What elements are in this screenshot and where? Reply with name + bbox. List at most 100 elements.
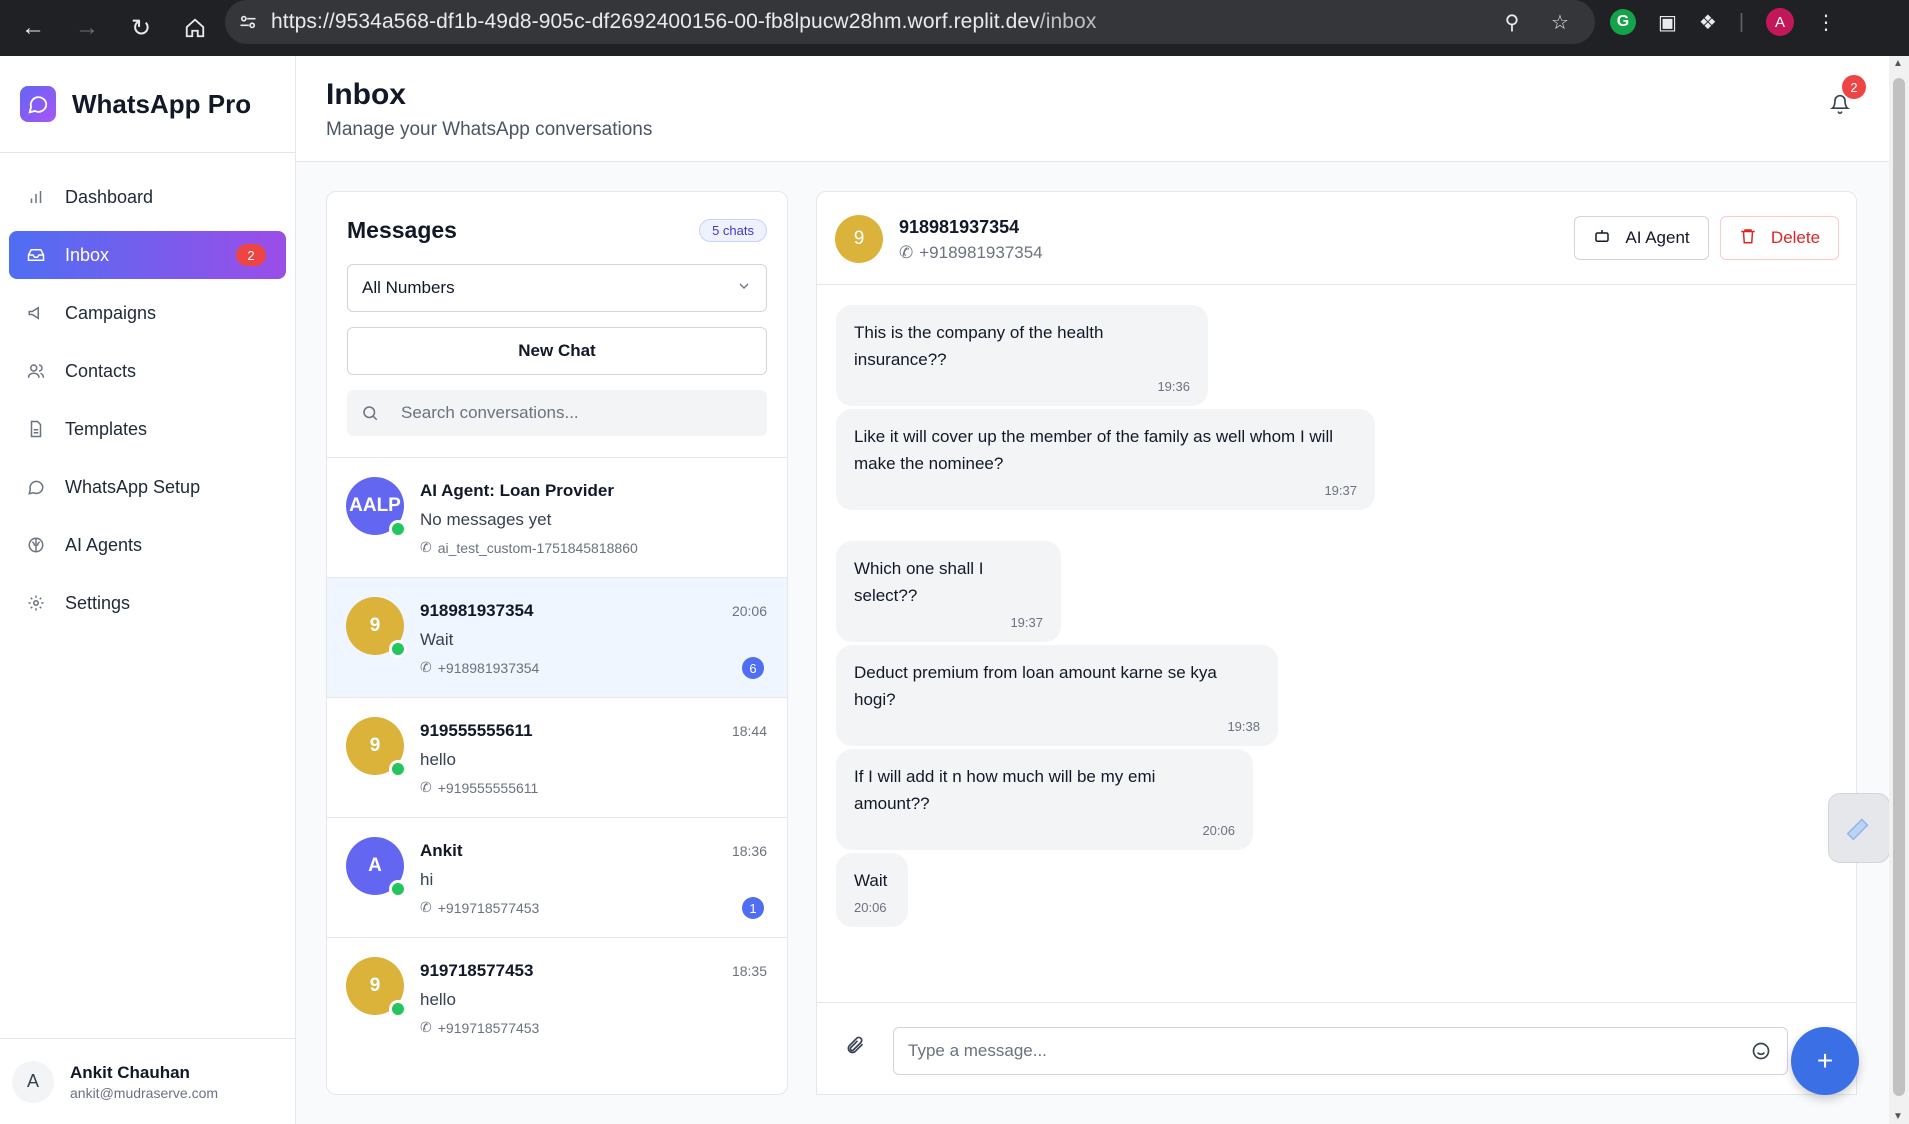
- chat-contact-phone-text: +918981937354: [919, 243, 1043, 262]
- conversation-preview: Wait: [420, 630, 454, 649]
- chat-logo-icon: [20, 86, 56, 122]
- avatar: A: [12, 1060, 54, 1103]
- avatar-initials: 9: [369, 975, 381, 996]
- conversation-item[interactable]: 9 919718577453 18:35 hello ✆ +91971857745…: [327, 938, 787, 1058]
- user-profile[interactable]: A Ankit Chauhan ankit@mudraserve.com: [0, 1038, 295, 1124]
- chrome-menu-icon[interactable]: ⋮: [1816, 10, 1836, 35]
- brand: WhatsApp Pro: [0, 56, 295, 153]
- sidebar-item-ai-agents[interactable]: AI Agents: [9, 521, 286, 569]
- message-input-field[interactable]: [893, 1027, 1788, 1075]
- avatar-initials: A: [368, 855, 382, 876]
- extension-icon[interactable]: ▣: [1658, 10, 1677, 35]
- message-circle-icon: [27, 477, 65, 497]
- chat-panel: 9 918981937354 ✆ +918981937354 AI Agent D…: [816, 191, 1857, 1095]
- sidebar-item-inbox[interactable]: Inbox 2: [9, 231, 286, 279]
- phone-icon: ✆: [420, 899, 432, 915]
- conversation-item[interactable]: A Ankit 18:36 hi ✆ +919718577453 1: [327, 818, 787, 938]
- site-settings-icon[interactable]: [225, 0, 271, 44]
- scroll-down-arrow-icon[interactable]: ▼: [1893, 1111, 1903, 1122]
- new-chat-button[interactable]: New Chat: [347, 327, 767, 375]
- back-icon[interactable]: ←: [6, 8, 60, 48]
- message-text: Like it will cover up the member of the …: [854, 427, 1333, 473]
- conversation-search[interactable]: [347, 390, 767, 436]
- sidebar-item-campaigns[interactable]: Campaigns: [9, 289, 286, 337]
- user-email: ankit@mudraserve.com: [70, 1084, 219, 1101]
- sidebar-item-templates[interactable]: Templates: [9, 405, 286, 453]
- toolbar-divider: |: [1738, 10, 1745, 33]
- messages-title: Messages: [347, 216, 457, 243]
- conversation-name: AI Agent: Loan Provider: [420, 481, 614, 500]
- phone-icon: ✆: [420, 539, 432, 555]
- search-input[interactable]: [401, 403, 761, 423]
- ai-agent-label: AI Agent: [1625, 228, 1690, 247]
- avatar-initials: 9: [369, 615, 381, 636]
- message-list: This is the company of the health insura…: [817, 285, 1856, 1000]
- ai-agent-button[interactable]: AI Agent: [1574, 216, 1709, 260]
- inbox-unread-badge: 2: [236, 244, 266, 266]
- conversation-preview: hello: [420, 750, 456, 769]
- unread-count-badge: 6: [742, 657, 764, 679]
- file-text-icon: [27, 419, 65, 439]
- browser-toolbar: ← → ↻ https://9534a568-df1b-49d8-905c-df…: [0, 0, 1909, 56]
- avatar-initials: 9: [369, 735, 381, 756]
- notifications-button[interactable]: 2: [1822, 75, 1866, 124]
- paperclip-icon[interactable]: [845, 1035, 865, 1060]
- page-subtitle: Manage your WhatsApp conversations: [326, 119, 653, 140]
- online-indicator: [389, 880, 407, 898]
- address-bar[interactable]: https://9534a568-df1b-49d8-905c-df269240…: [225, 0, 1595, 44]
- home-icon[interactable]: [168, 8, 222, 48]
- phone-icon: ✆: [420, 779, 432, 795]
- delete-button[interactable]: Delete: [1720, 216, 1839, 260]
- number-filter-select[interactable]: All Numbers: [347, 264, 767, 312]
- number-filter-value: All Numbers: [362, 278, 455, 297]
- profile-avatar[interactable]: A: [1766, 8, 1795, 36]
- reload-icon[interactable]: ↻: [114, 8, 168, 48]
- chat-count-badge: 5 chats: [699, 218, 767, 242]
- avatar: 9: [835, 215, 883, 263]
- page-scrollbar[interactable]: ▲ ▼: [1889, 56, 1909, 1124]
- conversation-item[interactable]: AALP AI Agent: Loan Provider No messages…: [327, 458, 787, 578]
- message-bubble: This is the company of the health insura…: [836, 305, 1208, 406]
- forward-icon[interactable]: →: [60, 8, 114, 48]
- conversation-item[interactable]: 9 919555555611 18:44 hello ✆ +91955555561…: [327, 698, 787, 818]
- scrollbar-thumb[interactable]: [1893, 78, 1905, 1096]
- sidebar-item-dashboard[interactable]: Dashboard: [9, 173, 286, 221]
- page-header: Inbox Manage your WhatsApp conversations…: [296, 56, 1889, 162]
- sidebar-item-contacts[interactable]: Contacts: [9, 347, 286, 395]
- page-title: Inbox: [326, 78, 406, 111]
- conversation-phone: ✆ +919718577453: [420, 899, 539, 916]
- conversation-phone: ✆ ai_test_custom-1751845818860: [420, 539, 638, 556]
- sidebar-item-label: WhatsApp Setup: [65, 476, 201, 497]
- sidebar-item-settings[interactable]: Settings: [9, 579, 286, 627]
- conversation-phone: ✆ +919718577453: [420, 1019, 539, 1036]
- sidebar-item-label: Settings: [65, 592, 131, 613]
- avatar: A: [346, 837, 407, 898]
- url-text[interactable]: https://9534a568-df1b-49d8-905c-df269240…: [271, 10, 1096, 34]
- zoom-icon[interactable]: ⚲: [1493, 10, 1531, 35]
- conversation-name: 919555555611: [420, 721, 533, 740]
- emoji-icon[interactable]: [1751, 1041, 1771, 1066]
- megaphone-icon: [27, 303, 65, 323]
- avatar: 9: [346, 597, 407, 658]
- avatar: 9: [346, 957, 407, 1018]
- chevron-down-icon: [736, 278, 752, 299]
- conversation-item-selected[interactable]: 9 918981937354 20:06 Wait ✆ +918981937354…: [327, 578, 787, 698]
- grammarly-extension-icon[interactable]: G: [1610, 9, 1636, 35]
- message-time: 19:37: [1324, 483, 1357, 498]
- message-input[interactable]: [908, 1041, 1728, 1061]
- floating-add-button[interactable]: +: [1791, 1027, 1859, 1095]
- conversation-time: 20:06: [731, 603, 767, 619]
- avatar: 9: [346, 717, 407, 778]
- conversation-name: 918981937354: [420, 601, 534, 620]
- gear-icon: [27, 593, 65, 613]
- conversation-time: 18:44: [731, 723, 767, 739]
- brand-name: WhatsApp Pro: [72, 88, 252, 119]
- scroll-up-arrow-icon[interactable]: ▲: [1893, 58, 1903, 69]
- bookmark-star-icon[interactable]: ☆: [1541, 10, 1579, 35]
- url-path: /inbox: [1039, 10, 1097, 33]
- puzzle-extensions-icon[interactable]: ❖: [1699, 10, 1717, 35]
- conversation-preview: hi: [420, 870, 434, 889]
- message-text: If I will add it n how much will be my e…: [854, 767, 1156, 813]
- floating-widget[interactable]: [1828, 793, 1890, 863]
- sidebar-item-whatsapp-setup[interactable]: WhatsApp Setup: [9, 463, 286, 511]
